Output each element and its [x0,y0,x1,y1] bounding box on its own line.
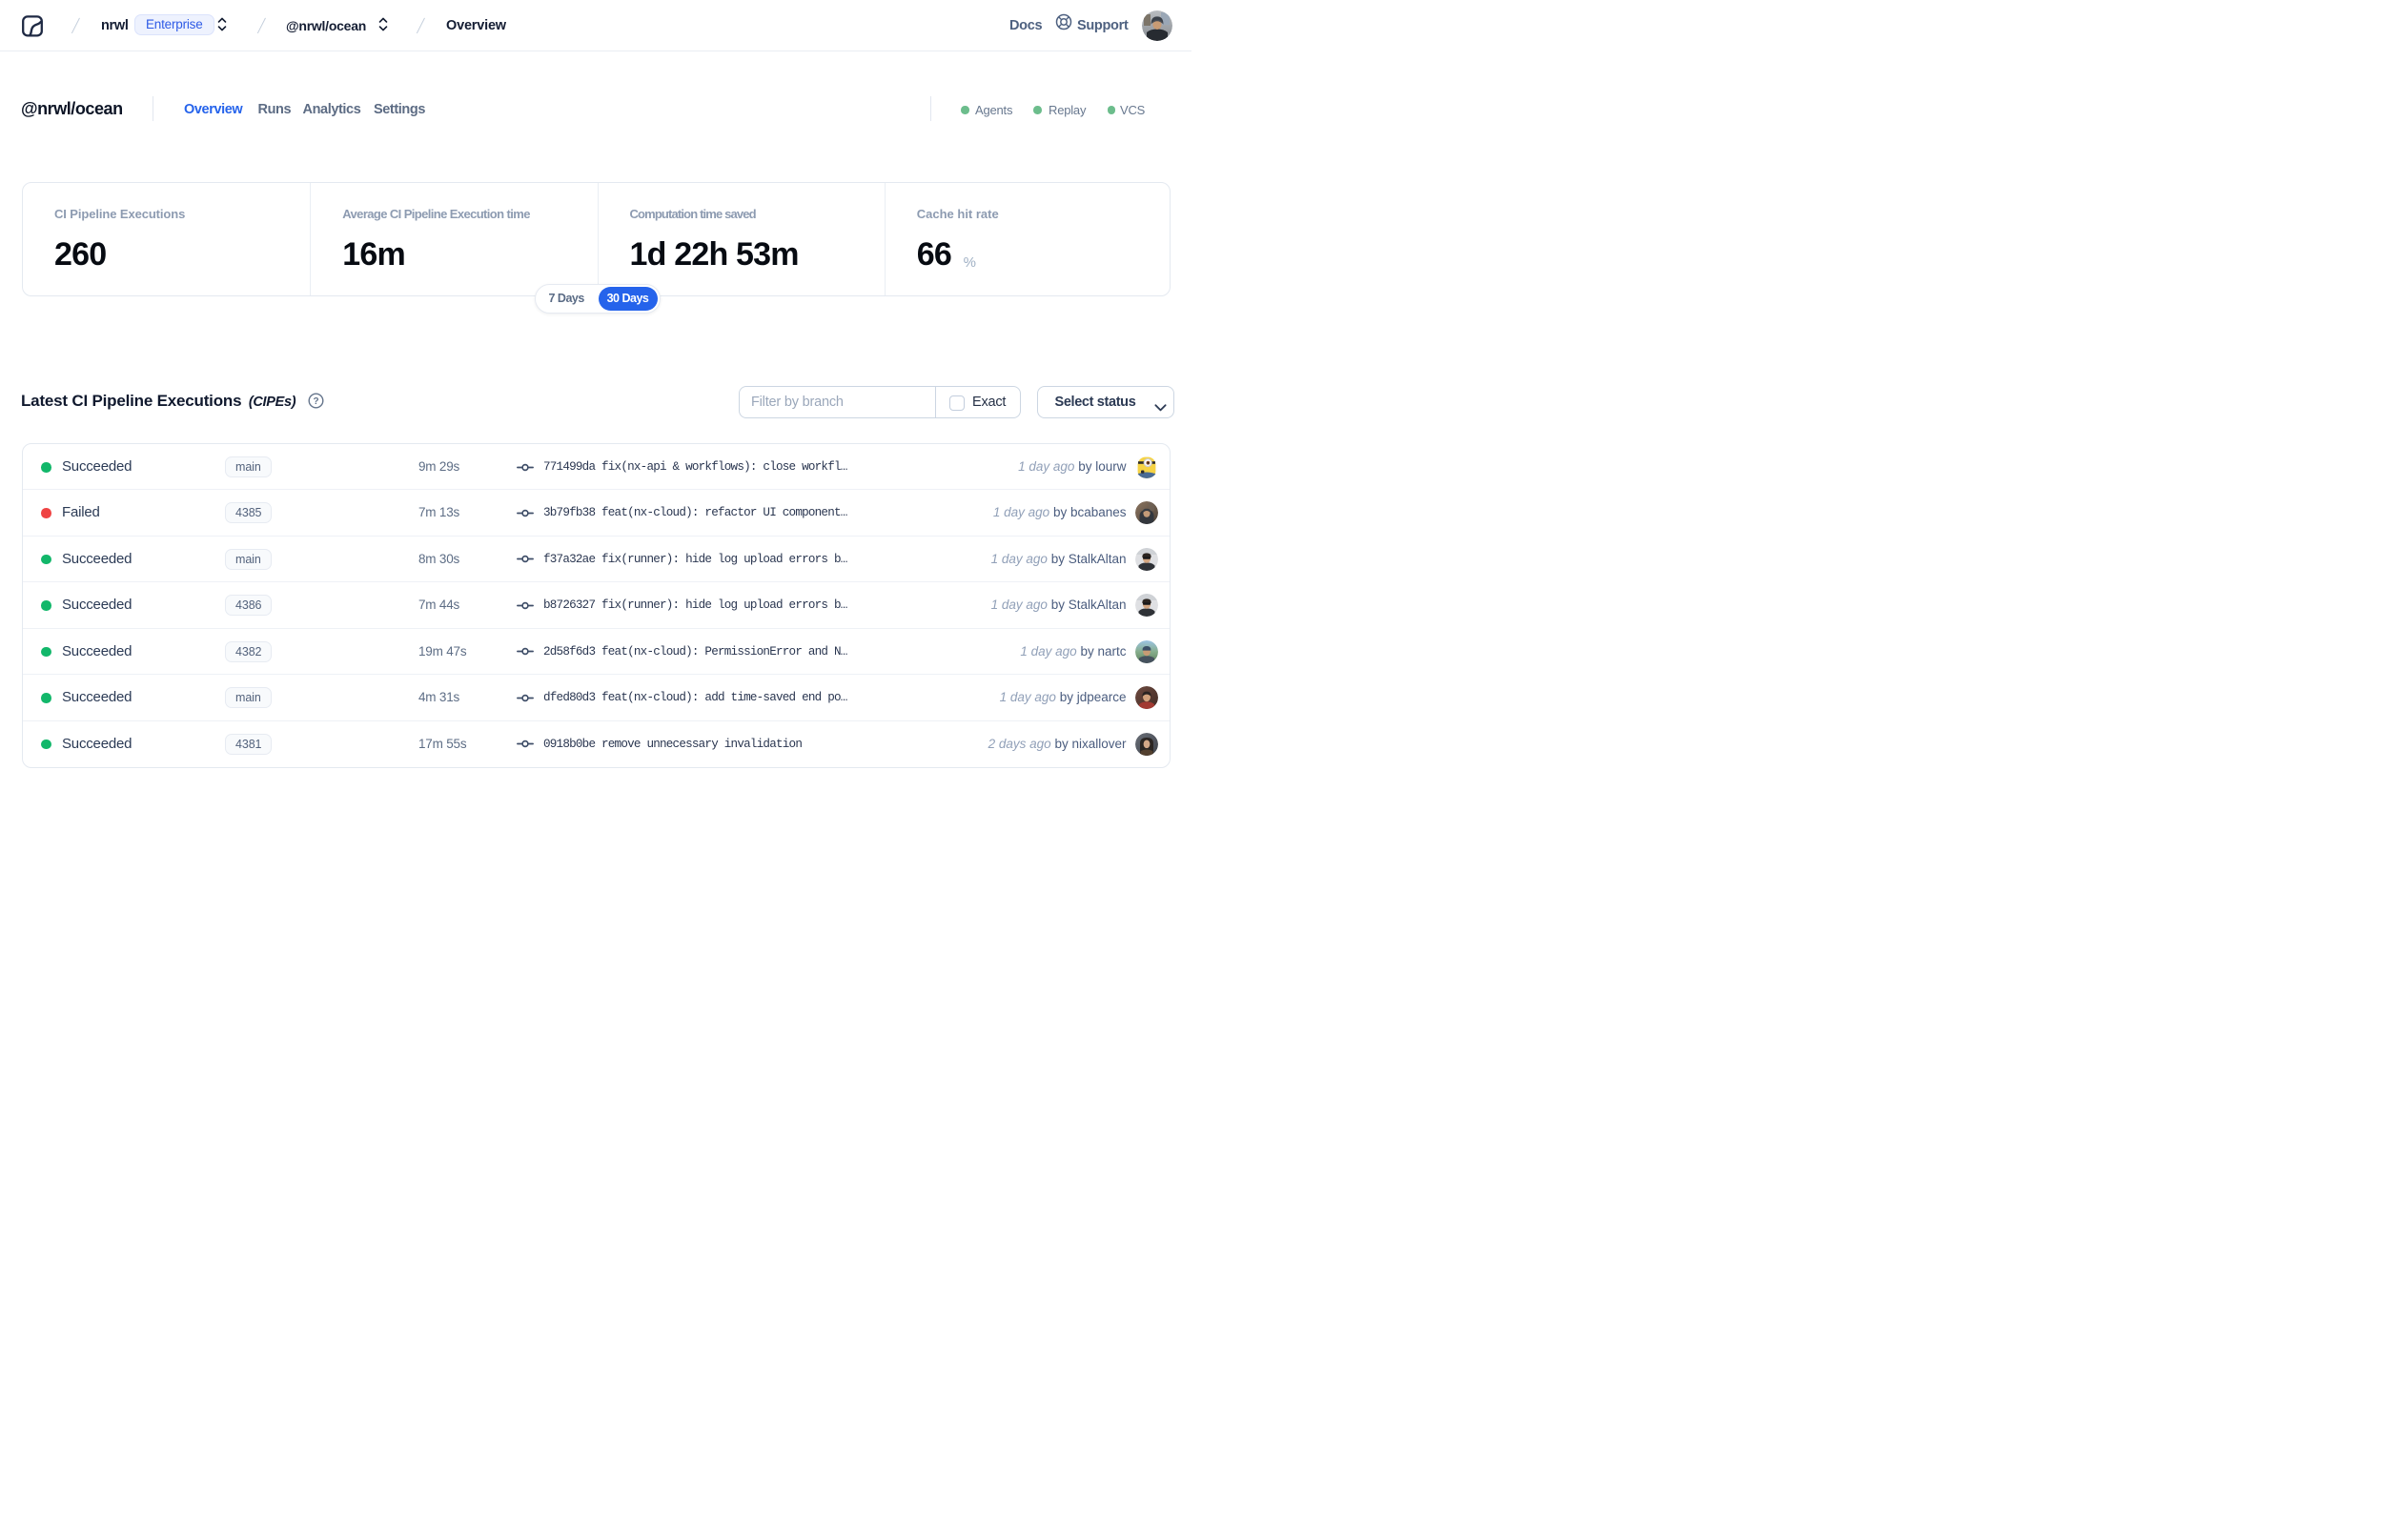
svg-text:?: ? [313,396,318,407]
